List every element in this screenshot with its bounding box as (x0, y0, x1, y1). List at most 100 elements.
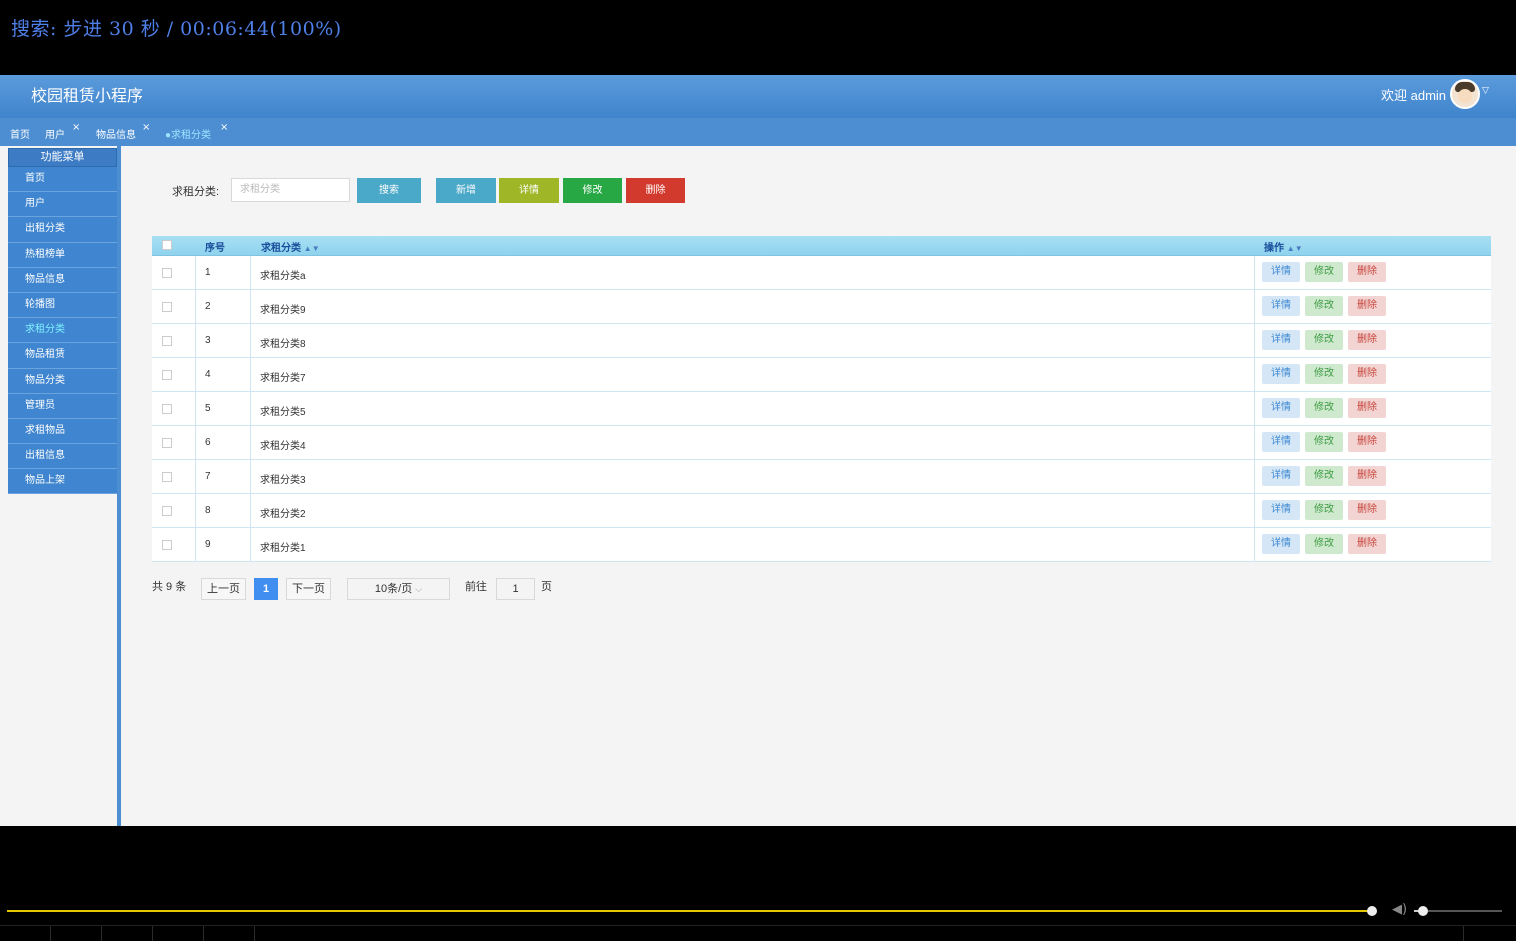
row-delete-button[interactable]: 删除 (1348, 364, 1386, 384)
sidebar-item[interactable]: 物品上架 (8, 469, 117, 495)
row-checkbox[interactable] (162, 472, 172, 482)
progress-bar[interactable] (7, 910, 1372, 912)
prev-page-button[interactable]: 上一页 (201, 578, 246, 600)
volume-icon[interactable]: ◀) (1392, 902, 1407, 917)
row-delete-button[interactable]: 删除 (1348, 330, 1386, 350)
sidebar: 功能菜单 首页 用户 出租分类 热租榜单 物品信息 轮播图 求租分类 物品租赁 物品分类 管理员求… (0, 146, 121, 826)
search-input[interactable]: 求租分类 (231, 178, 350, 202)
sort-icon[interactable]: ▲▼ (1287, 244, 1303, 253)
row-delete-button[interactable]: 删除 (1348, 500, 1386, 520)
row-checkbox[interactable] (162, 268, 172, 278)
row-detail-button[interactable]: 详情 (1262, 364, 1300, 384)
row-edit-button[interactable]: 修改 (1305, 262, 1343, 282)
header-category-label: 求租分类 (261, 243, 301, 254)
avatar[interactable] (1450, 79, 1480, 109)
tab-rent-category[interactable]: ●求租分类 (165, 126, 211, 141)
cell-divider (250, 392, 251, 426)
app-viewport: 校园租赁小程序 欢迎 admin ▽ 首页 用户 × 物品信息 × ●求租分类 … (0, 75, 1516, 826)
table-row: 2 求租分类9 详情 修改 删除 (152, 290, 1491, 324)
row-checkbox[interactable] (162, 370, 172, 380)
select-all-checkbox[interactable] (162, 240, 172, 250)
row-delete-button[interactable]: 删除 (1348, 262, 1386, 282)
row-detail-button[interactable]: 详情 (1262, 534, 1300, 554)
row-edit-button[interactable]: 修改 (1305, 296, 1343, 316)
tab-users[interactable]: 用户 (45, 126, 65, 141)
row-checkbox[interactable] (162, 438, 172, 448)
row-detail-button[interactable]: 详情 (1262, 296, 1300, 316)
header-actions[interactable]: 操作 ▲▼ (1264, 239, 1303, 254)
sidebar-item[interactable]: 出租信息 (8, 444, 117, 470)
sidebar-item[interactable]: 用户 (8, 192, 117, 218)
sidebar-item[interactable]: 求租物品 (8, 418, 117, 445)
row-category: 求租分类8 (260, 339, 306, 350)
sidebar-item[interactable]: 求租分类 (8, 318, 117, 344)
row-checkbox[interactable] (162, 540, 172, 550)
row-edit-button[interactable]: 修改 (1305, 466, 1343, 486)
detail-button[interactable]: 详情 (499, 178, 559, 203)
row-index: 7 (205, 471, 211, 482)
sidebar-item[interactable]: 物品信息 (8, 267, 117, 293)
cell-divider (1254, 392, 1255, 426)
row-detail-button[interactable]: 详情 (1262, 500, 1300, 520)
row-delete-button[interactable]: 删除 (1348, 466, 1386, 486)
goto-page-input[interactable]: 1 (496, 578, 535, 600)
cell-divider (250, 256, 251, 290)
row-checkbox[interactable] (162, 506, 172, 516)
page-size-select[interactable]: 10条/页 ⌵ (347, 578, 450, 600)
sort-icon[interactable]: ▲▼ (304, 244, 320, 253)
row-checkbox[interactable] (162, 336, 172, 346)
row-detail-button[interactable]: 详情 (1262, 466, 1300, 486)
row-edit-button[interactable]: 修改 (1305, 534, 1343, 554)
close-icon[interactable]: × (72, 122, 80, 133)
row-edit-button[interactable]: 修改 (1305, 330, 1343, 350)
row-delete-button[interactable]: 删除 (1348, 432, 1386, 452)
sidebar-item[interactable]: 物品分类 (8, 368, 117, 394)
row-edit-button[interactable]: 修改 (1305, 364, 1343, 384)
next-page-button[interactable]: 下一页 (286, 578, 331, 600)
tab-home[interactable]: 首页 (10, 126, 30, 141)
row-detail-button[interactable]: 详情 (1262, 398, 1300, 418)
row-checkbox[interactable] (162, 302, 172, 312)
search-label: 求租分类: (172, 186, 220, 198)
cell-divider (195, 494, 196, 528)
close-icon[interactable]: × (220, 122, 228, 133)
row-delete-button[interactable]: 删除 (1348, 534, 1386, 554)
row-detail-button[interactable]: 详情 (1262, 330, 1300, 350)
search-button[interactable]: 搜索 (357, 178, 421, 203)
tab-item-info[interactable]: 物品信息 (96, 126, 136, 141)
sidebar-item[interactable]: 首页 (8, 167, 117, 193)
row-delete-button[interactable]: 删除 (1348, 296, 1386, 316)
pagination-total: 共 9 条 (152, 581, 187, 593)
header-actions-label: 操作 (1264, 243, 1284, 254)
sidebar-item[interactable]: 热租榜单 (8, 242, 117, 268)
cell-divider (250, 460, 251, 494)
chevron-down-icon[interactable]: ▽ (1482, 86, 1489, 96)
row-checkbox[interactable] (162, 404, 172, 414)
edit-button[interactable]: 修改 (563, 178, 622, 203)
sidebar-item[interactable]: 物品租赁 (8, 343, 117, 369)
row-detail-button[interactable]: 详情 (1262, 432, 1300, 452)
chevron-down-icon: ⌵ (415, 584, 423, 594)
row-edit-button[interactable]: 修改 (1305, 432, 1343, 452)
sidebar-item[interactable]: 轮播图 (8, 292, 117, 319)
sidebar-menu: 首页 用户 出租分类 热租榜单 物品信息 轮播图 求租分类 物品租赁 物品分类 管理员 求租物品 出租… (8, 167, 117, 495)
row-edit-button[interactable]: 修改 (1305, 500, 1343, 520)
cell-divider (195, 324, 196, 358)
progress-handle[interactable] (1367, 906, 1377, 916)
row-detail-button[interactable]: 详情 (1262, 262, 1300, 282)
current-page-button[interactable]: 1 (254, 578, 278, 600)
table-body: 1 求租分类a 详情 修改 删除 2 求租分类9 详情 修改 删除 3 求租分类8 详情 修改 删除 4 求租分… (152, 256, 1491, 562)
row-delete-button[interactable]: 删除 (1348, 398, 1386, 418)
table-row: 9 求租分类1 详情 修改 删除 (152, 528, 1491, 562)
sidebar-item[interactable]: 出租分类 (8, 217, 117, 243)
row-edit-button[interactable]: 修改 (1305, 398, 1343, 418)
volume-handle[interactable] (1418, 906, 1428, 916)
control-divider (254, 926, 255, 941)
control-divider (152, 926, 153, 941)
sidebar-item[interactable]: 管理员 (8, 393, 117, 419)
header-category[interactable]: 求租分类 ▲▼ (261, 239, 320, 254)
add-button[interactable]: 新增 (436, 178, 496, 203)
delete-button[interactable]: 删除 (626, 178, 685, 203)
cell-divider (250, 358, 251, 392)
close-icon[interactable]: × (142, 122, 150, 133)
